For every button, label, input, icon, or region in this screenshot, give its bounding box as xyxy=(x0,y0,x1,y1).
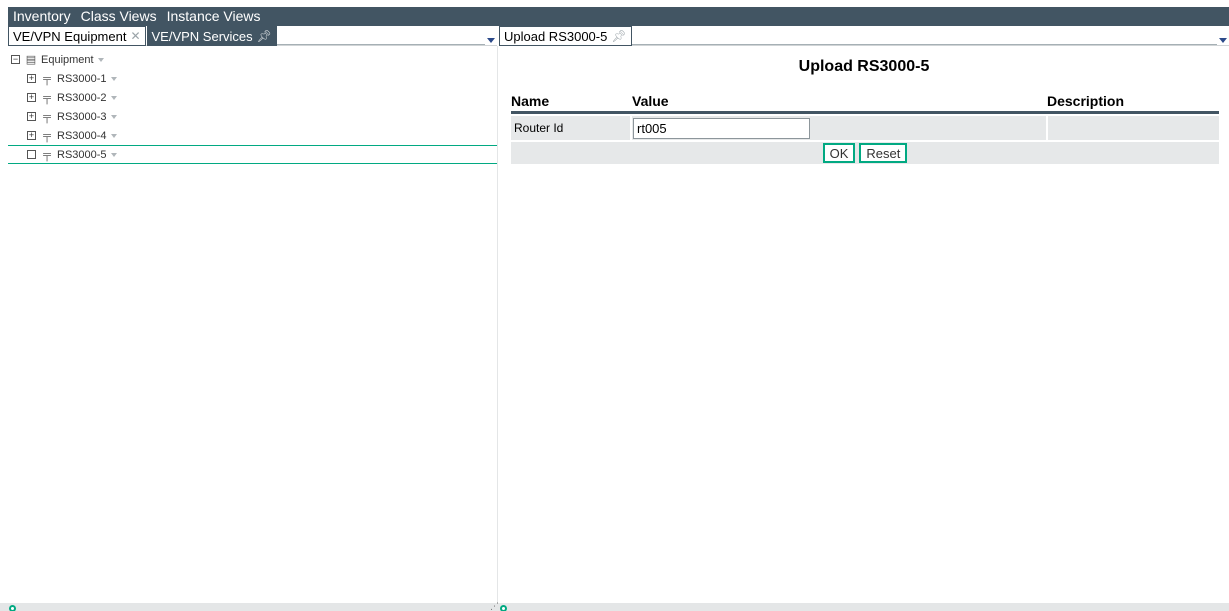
tree-node-rs3000-4[interactable]: + ╤ RS3000-4 xyxy=(8,126,497,145)
router-icon: ╤ xyxy=(43,129,51,142)
pin-icon[interactable]: 📌︎ xyxy=(257,30,272,42)
param-value-cell xyxy=(632,116,1046,140)
pin-icon[interactable]: 📌︎ xyxy=(611,30,626,42)
router-icon: ╤ xyxy=(43,148,51,161)
column-header-name: Name xyxy=(511,92,550,109)
reset-button[interactable]: Reset xyxy=(859,143,908,163)
equipment-tree: − ▤ Equipment + ╤ RS3000-1 + ╤ RS3000-2 … xyxy=(8,50,497,164)
chevron-down-icon[interactable] xyxy=(110,95,117,100)
expand-icon[interactable]: + xyxy=(27,112,36,121)
tree-node-label: RS3000-3 xyxy=(57,110,107,123)
param-description xyxy=(1048,116,1219,140)
collapse-icon[interactable]: − xyxy=(11,55,20,64)
chevron-down-icon[interactable] xyxy=(97,57,104,62)
router-icon: ╤ xyxy=(43,110,51,123)
expand-icon[interactable]: + xyxy=(27,93,36,102)
main-menubar: Inventory Class Views Instance Views xyxy=(8,7,1229,26)
tree-node-rs3000-2[interactable]: + ╤ RS3000-2 xyxy=(8,88,497,107)
pane-splitter[interactable] xyxy=(497,46,498,603)
status-indicator-icon xyxy=(9,605,16,611)
chevron-down-icon[interactable] xyxy=(110,114,117,119)
chevron-down-icon[interactable] xyxy=(110,76,117,81)
status-indicator-icon xyxy=(500,605,507,611)
tree-node-label: RS3000-4 xyxy=(57,129,107,142)
router-icon: ╤ xyxy=(43,91,51,104)
param-name: Router Id xyxy=(511,116,630,140)
tree-node-label: RS3000-5 xyxy=(57,148,107,161)
router-id-input[interactable] xyxy=(633,117,810,139)
column-header-description: Description xyxy=(1047,92,1125,109)
status-bar xyxy=(0,603,1229,611)
tree-node-label: RS3000-1 xyxy=(57,72,107,85)
table-row: Router Id xyxy=(511,116,1219,140)
tab-ve-vpn-services[interactable]: VE/VPN Services 📌︎ xyxy=(146,26,277,46)
leaf-box-icon[interactable] xyxy=(27,150,36,159)
expand-icon[interactable]: + xyxy=(27,131,36,140)
tree-node-label: RS3000-2 xyxy=(57,91,107,104)
tree-node-rs3000-1[interactable]: + ╤ RS3000-1 xyxy=(8,69,497,88)
chevron-down-icon[interactable] xyxy=(110,133,117,138)
chevron-down-icon[interactable] xyxy=(110,152,117,157)
tab-filler xyxy=(276,26,485,45)
tab-label: Upload RS3000-5 xyxy=(504,28,608,44)
router-icon: ╤ xyxy=(43,72,51,85)
table-header: Name Value Description xyxy=(511,90,1219,114)
database-icon: ▤ xyxy=(25,54,37,66)
column-header-value: Value xyxy=(632,92,669,109)
close-icon[interactable]: ✕ xyxy=(130,30,140,42)
menu-class-views[interactable]: Class Views xyxy=(81,7,157,26)
tree-node-rs3000-3[interactable]: + ╤ RS3000-3 xyxy=(8,107,497,126)
tree-node-rs3000-5[interactable]: ╤ RS3000-5 xyxy=(8,145,497,164)
tree-node-label: Equipment xyxy=(41,53,94,66)
tab-list-dropdown-icon[interactable] xyxy=(485,26,497,45)
tab-list-dropdown-icon[interactable] xyxy=(1217,26,1229,45)
upload-form-table: Name Value Description Router Id OK Rese… xyxy=(511,90,1219,164)
tab-label: VE/VPN Services xyxy=(151,28,253,44)
tab-upload-rs3000-5[interactable]: Upload RS3000-5 📌︎ xyxy=(499,26,632,46)
menu-instance-views[interactable]: Instance Views xyxy=(167,7,261,26)
ok-button[interactable]: OK xyxy=(822,143,856,163)
menu-inventory[interactable]: Inventory xyxy=(13,7,71,26)
resize-grip-icon[interactable]: ⋰ xyxy=(490,601,499,611)
form-title: Upload RS3000-5 xyxy=(798,58,930,75)
tab-filler xyxy=(631,26,1217,45)
right-tabstrip: Upload RS3000-5 📌︎ xyxy=(499,26,1229,46)
expand-icon[interactable]: + xyxy=(27,74,36,83)
form-button-row: OK Reset xyxy=(511,142,1219,164)
tab-label: VE/VPN Equipment xyxy=(13,28,127,44)
left-tabstrip: VE/VPN Equipment ✕ VE/VPN Services 📌︎ xyxy=(8,26,497,46)
tab-ve-vpn-equipment[interactable]: VE/VPN Equipment ✕ xyxy=(8,26,146,46)
tree-node-equipment[interactable]: − ▤ Equipment xyxy=(8,50,497,69)
